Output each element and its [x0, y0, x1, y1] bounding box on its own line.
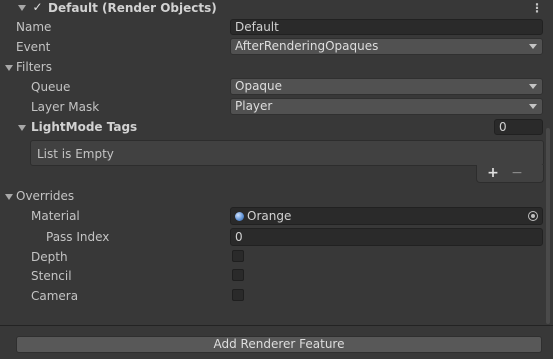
name-label: Name: [16, 20, 52, 34]
name-input[interactable]: Default: [230, 19, 543, 35]
material-object-field[interactable]: Orange: [230, 207, 543, 225]
picker-dot-icon: [531, 214, 535, 218]
list-empty-text: List is Empty: [37, 147, 114, 161]
filters-label[interactable]: Filters: [16, 59, 52, 75]
event-dropdown-value: AfterRenderingOpaques: [235, 39, 379, 53]
material-label: Material: [31, 209, 80, 223]
feature-title: Default (Render Objects): [48, 1, 217, 15]
add-renderer-feature-button[interactable]: Add Renderer Feature: [16, 336, 542, 353]
overrides-foldout-icon[interactable]: [5, 194, 13, 200]
overrides-label[interactable]: Overrides: [16, 188, 74, 204]
collapse-triangle-icon[interactable]: [18, 5, 26, 11]
dropdown-arrow-icon: [529, 104, 537, 109]
camera-label: Camera: [31, 289, 79, 303]
depth-checkbox[interactable]: [232, 250, 244, 262]
queue-dropdown-value: Opaque: [235, 79, 283, 93]
event-label: Event: [16, 40, 51, 54]
material-sphere-icon: [235, 212, 244, 221]
layer-mask-dropdown-value: Player: [235, 99, 273, 113]
depth-label: Depth: [31, 250, 68, 264]
add-element-button[interactable]: +: [485, 165, 501, 182]
pass-index-label: Pass Index: [46, 230, 110, 244]
stencil-checkbox[interactable]: [232, 269, 244, 281]
scrollbar-thumb[interactable]: [546, 128, 550, 324]
lightmode-list: List is Empty: [30, 140, 544, 166]
camera-checkbox[interactable]: [232, 289, 244, 301]
event-dropdown[interactable]: AfterRenderingOpaques: [230, 38, 543, 55]
queue-label: Queue: [31, 80, 71, 94]
lightmode-foldout-icon[interactable]: [18, 125, 26, 131]
kebab-menu-icon[interactable]: ⋮: [531, 0, 543, 16]
queue-dropdown[interactable]: Opaque: [230, 78, 543, 95]
enabled-checkbox[interactable]: ✓: [31, 1, 44, 14]
filters-foldout-icon[interactable]: [5, 65, 13, 71]
material-value: Orange: [247, 209, 292, 223]
stencil-label: Stencil: [31, 269, 72, 283]
section-divider: [0, 325, 553, 326]
layer-mask-label: Layer Mask: [31, 100, 100, 114]
lightmode-tags-label[interactable]: LightMode Tags: [31, 119, 137, 135]
dropdown-arrow-icon: [529, 84, 537, 89]
pass-index-input[interactable]: 0: [230, 228, 543, 246]
object-picker-icon[interactable]: [528, 211, 538, 221]
layer-mask-dropdown[interactable]: Player: [230, 98, 543, 115]
lightmode-count-input[interactable]: 0: [494, 119, 543, 135]
dropdown-arrow-icon: [529, 44, 537, 49]
remove-element-button[interactable]: −: [509, 165, 525, 182]
list-footer: + −: [476, 165, 544, 183]
